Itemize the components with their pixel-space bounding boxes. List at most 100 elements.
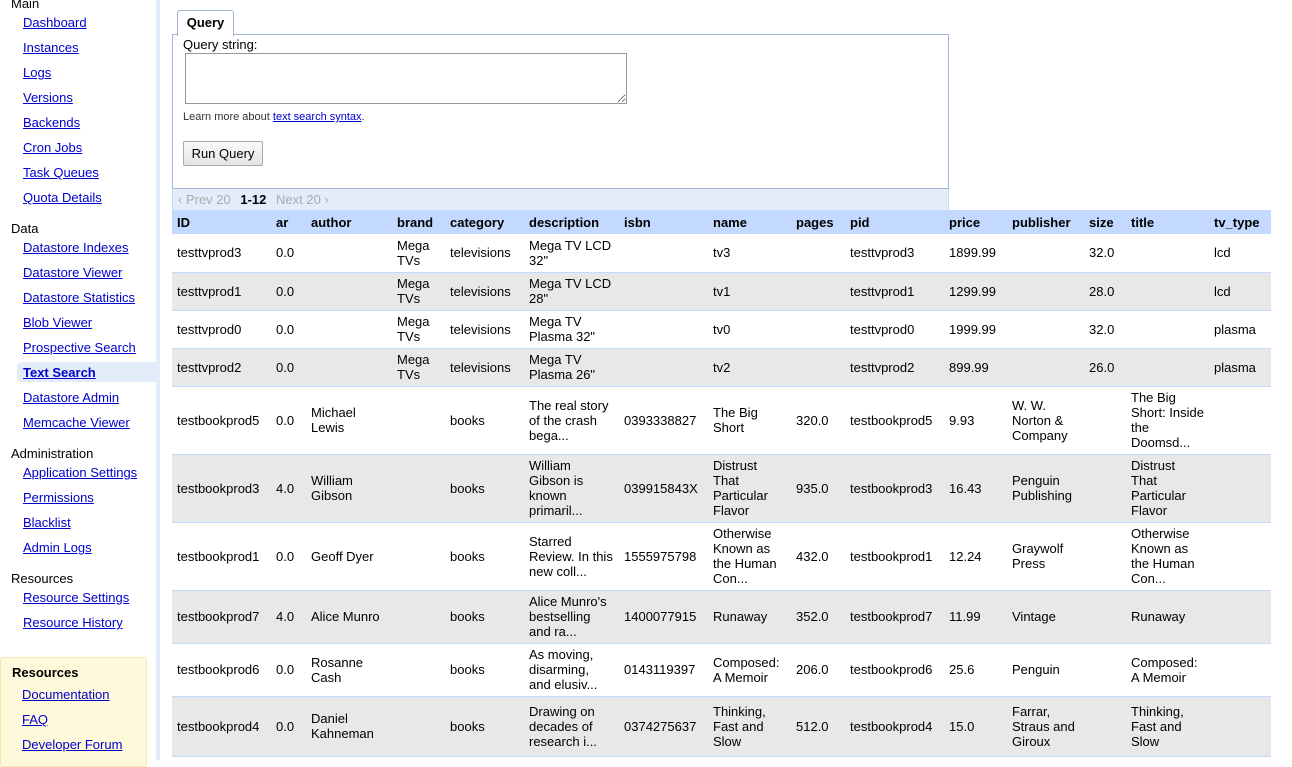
nav-heading-administration: Administration [11,446,94,461]
sidebar-item-application-settings[interactable]: Application Settings [23,465,137,480]
table-row[interactable]: testbookprod7 4.0 Alice Munro books Alice Mu… [172,590,1271,644]
column-header-pages[interactable]: pages [791,210,845,234]
column-header-price[interactable]: price [944,210,1007,234]
column-header-tv-type[interactable]: tv_type [1209,210,1271,234]
resources-link-developer-forum[interactable]: Developer Forum [22,737,122,752]
next-page-link[interactable]: Next 20 › [276,192,329,207]
column-header-name[interactable]: name [708,210,791,234]
cell-title [1126,234,1209,273]
cell-publisher: Penguin Publishing [1007,454,1084,523]
sidebar-item-permissions[interactable]: Permissions [23,490,94,505]
cell-description: Mega TV Plasma 26" [524,348,619,387]
resources-link-documentation[interactable]: Documentation [22,687,109,702]
resources-link-faq[interactable]: FAQ [22,712,48,727]
cell-description: The real story of the crash bega... [524,386,619,455]
table-row[interactable]: testtvprod2 0.0 Mega TVs televisions Mega TV… [172,348,1271,387]
sidebar-item-admin-logs[interactable]: Admin Logs [23,540,92,555]
cell-tv-type [1209,590,1271,644]
sidebar-item-blacklist[interactable]: Blacklist [23,515,71,530]
cell-author [306,234,392,273]
sidebar-item-memcache-viewer[interactable]: Memcache Viewer [23,415,130,430]
table-row[interactable]: testbookprod6 0.0 Rosanne Cash books As movi… [172,643,1271,697]
column-header-title[interactable]: title [1126,210,1209,234]
cell-pid: testtvprod0 [845,310,944,349]
cell-ar: 4.0 [271,454,306,523]
cell-name: The Big Short [708,386,791,455]
cell-brand: Mega TVs [392,310,445,349]
cell-name: Composed: A Memoir [708,643,791,697]
sidebar-item-resource-settings[interactable]: Resource Settings [23,590,129,605]
cell-ar: 0.0 [271,272,306,311]
cell-price: 1999.99 [944,310,1007,349]
sidebar-item-instances[interactable]: Instances [23,40,79,55]
column-header-ar[interactable]: ar [271,210,306,234]
sidebar-item-blob-viewer[interactable]: Blob Viewer [23,315,92,330]
table-header-row: ID ar author brand category description isbn na… [172,210,1271,234]
table-row[interactable]: testtvprod0 0.0 Mega TVs televisions Mega TV… [172,310,1271,349]
cell-publisher: Graywolf Press [1007,522,1084,591]
column-header-publisher[interactable]: publisher [1007,210,1084,234]
query-string-input[interactable] [185,53,627,104]
column-header-category[interactable]: category [445,210,524,234]
column-header-pid[interactable]: pid [845,210,944,234]
sidebar-item-cron-jobs[interactable]: Cron Jobs [23,140,82,155]
sidebar-item-datastore-statistics[interactable]: Datastore Statistics [23,290,135,305]
cell-author [306,310,392,349]
table-row[interactable]: testbookprod1 0.0 Geoff Dyer books Starred R… [172,522,1271,591]
cell-price: 1299.99 [944,272,1007,311]
column-header-brand[interactable]: brand [392,210,445,234]
column-header-description[interactable]: description [524,210,619,234]
cell-description: Mega TV LCD 28" [524,272,619,311]
sidebar-item-datastore-indexes[interactable]: Datastore Indexes [23,240,129,255]
cell-isbn [619,348,708,387]
cell-tv-type: plasma [1209,310,1271,349]
cell-author: Rosanne Cash [306,643,392,697]
sidebar-item-dashboard[interactable]: Dashboard [23,15,87,30]
cell-publisher [1007,348,1084,387]
cell-description: Mega TV Plasma 32" [524,310,619,349]
cell-price: 899.99 [944,348,1007,387]
text-search-syntax-link[interactable]: text search syntax [273,111,362,123]
tab-query[interactable]: Query [177,10,234,36]
table-row[interactable]: testtvprod1 0.0 Mega TVs televisions Mega TV… [172,272,1271,311]
cell-pid: testtvprod3 [845,234,944,273]
sidebar-item-resource-history[interactable]: Resource History [23,615,123,630]
cell-publisher [1007,310,1084,349]
cell-id: testbookprod4 [172,696,271,757]
table-row[interactable]: testbookprod4 0.0 Daniel Kahneman books Draw… [172,696,1271,757]
column-header-size[interactable]: size [1084,210,1126,234]
table-row[interactable]: testtvprod3 0.0 Mega TVs televisions Mega TV… [172,234,1271,273]
cell-description: Starred Review. In this new coll... [524,522,619,591]
cell-author: Geoff Dyer [306,522,392,591]
sidebar-item-versions[interactable]: Versions [23,90,73,105]
cell-size [1084,454,1126,523]
sidebar-item-backends[interactable]: Backends [23,115,80,130]
run-query-button[interactable]: Run Query [183,141,263,166]
sidebar-item-datastore-viewer[interactable]: Datastore Viewer [23,265,122,280]
cell-tv-type [1209,696,1271,757]
cell-id: testbookprod6 [172,643,271,697]
cell-title [1126,310,1209,349]
sidebar-item-task-queues[interactable]: Task Queues [23,165,99,180]
cell-category: books [445,590,524,644]
cell-brand [392,696,445,757]
cell-title: The Big Short: Inside the Doomsd... [1126,386,1209,455]
cell-ar: 0.0 [271,234,306,273]
sidebar-item-datastore-admin[interactable]: Datastore Admin [23,390,119,405]
cell-price: 15.0 [944,696,1007,757]
help-suffix: . [361,111,365,123]
column-header-id[interactable]: ID [172,210,271,234]
cell-publisher [1007,234,1084,273]
cell-brand [392,643,445,697]
sidebar-item-prospective-search[interactable]: Prospective Search [23,340,136,355]
column-header-isbn[interactable]: isbn [619,210,708,234]
prev-page-link[interactable]: ‹ Prev 20 [178,192,231,207]
table-row[interactable]: testbookprod5 0.0 Michael Lewis books The re… [172,386,1271,455]
table-row[interactable]: testbookprod3 4.0 William Gibson books Willi… [172,454,1271,523]
sidebar-item-logs[interactable]: Logs [23,65,51,80]
column-header-author[interactable]: author [306,210,392,234]
sidebar-item-text-search[interactable]: Text Search [23,365,96,380]
sidebar-item-quota-details[interactable]: Quota Details [23,190,102,205]
cell-isbn: 039915843X [619,454,708,523]
cell-ar: 0.0 [271,310,306,349]
